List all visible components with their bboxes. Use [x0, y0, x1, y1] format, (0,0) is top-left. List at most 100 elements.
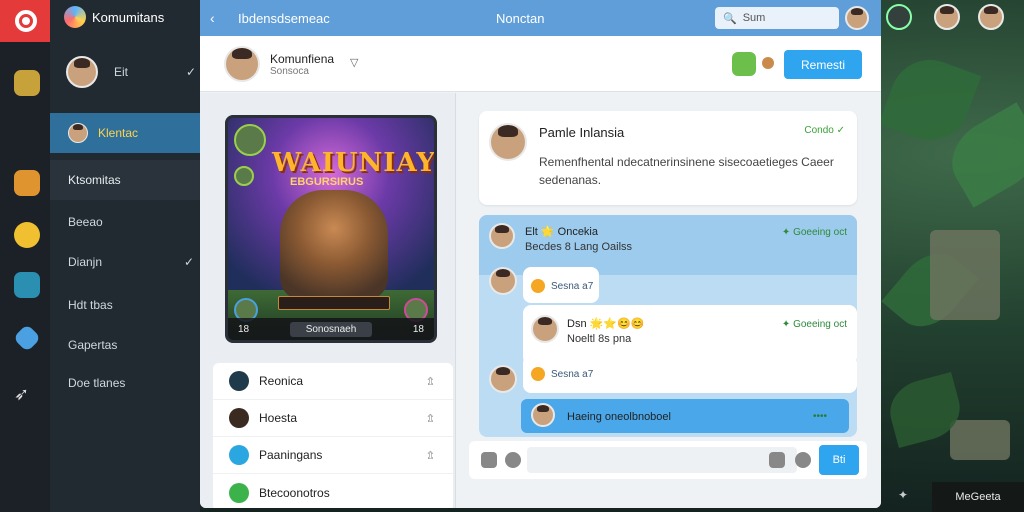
list-item-icon	[229, 445, 249, 465]
app-logo-icon[interactable]	[0, 0, 52, 42]
emoji-icon	[531, 367, 545, 381]
brand-name: Komumitans	[92, 9, 165, 25]
reaction-pill[interactable]: Sesna a7	[531, 367, 593, 381]
app-rail: ➶	[0, 0, 52, 512]
avatar[interactable]	[489, 123, 527, 161]
sidebar: Komumitans Eit ✓ Klentac Ktsomitas Beeao…	[50, 0, 200, 512]
search-input[interactable]: 🔍 Sum	[715, 7, 839, 29]
message-text: Becdes 8 Lang Oailss	[525, 241, 633, 253]
chevron-down-icon[interactable]: ▽	[350, 56, 358, 69]
message-input[interactable]	[527, 447, 797, 473]
list-item-icon	[229, 482, 249, 503]
avatar	[531, 315, 559, 343]
reaction-label: Sesna a7	[551, 368, 594, 380]
list-item-label: Hoesta	[259, 411, 298, 425]
message-text: Haeing oneolbnoboel	[567, 411, 671, 423]
camera-icon[interactable]	[481, 452, 497, 468]
chat-panel: Pamle Inlansia Condo ✓ Remenfhental ndec…	[457, 93, 881, 508]
coin-icon[interactable]	[14, 222, 40, 248]
footer-right: 18	[412, 323, 424, 335]
channel-avatar[interactable]	[224, 46, 260, 82]
footer-mid: Sonosnaeh	[289, 321, 373, 337]
sidebar-profile[interactable]: Eit ✓	[66, 56, 196, 88]
reaction-pill[interactable]: Sesna a7	[531, 279, 593, 293]
sidebar-item-gapertas[interactable]: Gapertas	[50, 325, 200, 365]
message-status: ✦ Goeeing oct	[781, 227, 847, 238]
sidebar-item-label: Beeao	[68, 215, 103, 229]
breadcrumb[interactable]: Ibdensdsemeac	[238, 11, 330, 26]
player-badge-icon	[234, 166, 254, 186]
channel-name: Komunfiena	[270, 52, 335, 66]
sidebar-item-klentac[interactable]: Klentac	[50, 113, 200, 153]
sidebar-item-doe-tlanes[interactable]: Doe tlanes	[50, 363, 200, 403]
brand-logo-icon	[64, 6, 86, 28]
progress-bar	[278, 296, 390, 310]
avatar[interactable]	[934, 4, 960, 30]
emoji-icon	[531, 279, 545, 293]
sidebar-item-hdt-tbas[interactable]: Hdt tbas	[50, 285, 200, 325]
list-item-label: Btecoonotros	[259, 485, 330, 500]
main-window: ‹ Ibdensdsemeac Nonctan 🔍 Sum Komunfiena…	[200, 0, 881, 508]
channel-header: Komunfiena Sonsoca ▽ Remesti	[200, 36, 881, 92]
search-icon: 🔍	[723, 12, 737, 25]
avatar	[531, 403, 555, 427]
coin-icon[interactable]	[762, 57, 774, 69]
channel-subtitle: Sonsoca	[270, 66, 309, 77]
sword-icon[interactable]	[12, 323, 42, 353]
sidebar-item-label: Ktsomitas	[68, 173, 121, 187]
profile-name: Pamle Inlansia	[539, 125, 625, 140]
primary-button[interactable]: Remesti	[784, 50, 862, 79]
shield-icon[interactable]	[14, 70, 40, 96]
avatar	[489, 223, 515, 249]
sidebar-item-label: Doe tlanes	[68, 376, 126, 390]
hero-image	[280, 190, 388, 300]
helmet-icon[interactable]	[14, 170, 40, 196]
avatar	[489, 365, 517, 393]
sidebar-item-beeao[interactable]: Beeao	[50, 202, 200, 242]
game-icon[interactable]	[732, 52, 756, 76]
chat-thread: Elt 🌟 Oncekia Becdes 8 Lang Oailss ✦ Goe…	[479, 215, 857, 437]
share-icon[interactable]: ⇬	[426, 449, 435, 462]
user-avatar[interactable]	[845, 6, 869, 30]
sidebar-item-label: Dianjn	[68, 255, 103, 269]
emoji-icon[interactable]	[795, 452, 811, 468]
back-icon[interactable]: ‹	[210, 10, 230, 26]
message-text: Noeltl 8s pna	[567, 333, 632, 345]
search-placeholder: Sum	[742, 12, 766, 24]
sidebar-item-ktsomitas[interactable]: Ktsomitas	[50, 160, 200, 200]
sidebar-item-label: Hdt tbas	[68, 298, 113, 312]
list-item[interactable]: Paaningans ⇬	[213, 437, 453, 474]
gem-icon[interactable]	[14, 272, 40, 298]
share-icon[interactable]: ⇬	[426, 375, 435, 388]
list-item-icon	[229, 408, 249, 428]
game-card-footer: 18 Sonosnaeh 18	[228, 318, 434, 340]
send-button[interactable]: Bti	[819, 445, 859, 475]
reaction-label: Sesna a7	[551, 280, 594, 292]
image-icon[interactable]	[769, 452, 785, 468]
typing-indicator: ••••	[812, 411, 827, 422]
avatar[interactable]	[978, 4, 1004, 30]
sidebar-item-dianjn[interactable]: Dianjn ✓	[50, 242, 200, 282]
arrow-icon[interactable]: ➶	[14, 384, 40, 410]
list-item[interactable]: Btecoonotros	[213, 474, 453, 508]
profile-description: Remenfhental ndecatnerinsinene sisecoaet…	[539, 155, 834, 187]
settings-icon[interactable]	[886, 4, 912, 30]
check-icon: ✓	[183, 255, 194, 269]
list-item-icon	[229, 371, 249, 391]
game-card[interactable]: WAIUNIAY EBGURSIRUS 18 Sonosnaeh 18	[225, 115, 437, 343]
list-item[interactable]: Reonica ⇬	[213, 363, 453, 400]
corner-label[interactable]: MeGeeta	[932, 482, 1024, 512]
sparkle-icon: ✦	[898, 488, 909, 502]
game-title: WAIUNIAY	[272, 148, 436, 178]
share-icon[interactable]: ⇬	[426, 412, 435, 425]
brand: Komumitans	[64, 6, 164, 28]
attach-icon[interactable]	[505, 452, 521, 468]
list-item[interactable]: Hoesta ⇬	[213, 400, 453, 437]
message-status: ✦ Goeeing oct	[781, 319, 847, 330]
avatar	[68, 123, 88, 143]
profile-card: Pamle Inlansia Condo ✓ Remenfhental ndec…	[479, 111, 857, 205]
left-panel: WAIUNIAY EBGURSIRUS 18 Sonosnaeh 18 Reon…	[200, 93, 456, 508]
avatar	[489, 267, 517, 295]
player-badge-icon	[234, 124, 266, 156]
sidebar-item-label: Klentac	[98, 126, 139, 140]
